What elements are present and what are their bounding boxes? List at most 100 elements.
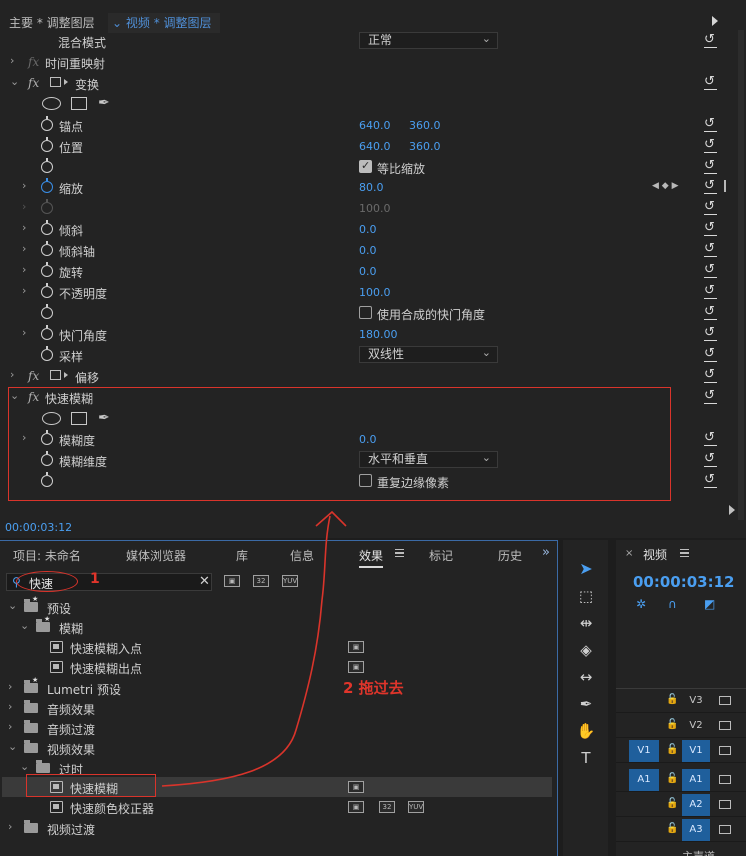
chevron-right-icon[interactable]: › bbox=[22, 243, 32, 254]
panel-menu-icon[interactable] bbox=[680, 549, 689, 557]
chevron-right-icon[interactable]: › bbox=[22, 180, 32, 191]
track-output-icon[interactable] bbox=[719, 696, 731, 705]
reset-icon[interactable] bbox=[704, 33, 718, 48]
lock-icon[interactable]: 🔓 bbox=[666, 744, 678, 755]
reset-icon[interactable] bbox=[704, 75, 718, 90]
opacity-value[interactable]: 100.0 bbox=[359, 286, 391, 299]
reset-icon[interactable] bbox=[704, 326, 718, 341]
accelerated-filter-icon[interactable]: ▣ bbox=[224, 575, 240, 587]
chevron-down-icon[interactable]: ⌄ bbox=[8, 741, 18, 752]
tree-folder-video-transitions[interactable]: › 视频过渡 bbox=[2, 818, 552, 838]
shutter-angle-value[interactable]: 180.00 bbox=[359, 328, 398, 341]
tree-folder-audio-effects[interactable]: › 音频效果 bbox=[2, 698, 552, 718]
chevron-right-icon[interactable]: › bbox=[10, 55, 20, 66]
reset-icon[interactable] bbox=[704, 117, 718, 132]
track-output-icon[interactable] bbox=[719, 825, 731, 834]
track-output-icon[interactable] bbox=[719, 800, 731, 809]
skew-value[interactable]: 0.0 bbox=[359, 223, 377, 236]
track-output-icon[interactable] bbox=[719, 775, 731, 784]
close-icon[interactable]: × bbox=[625, 548, 633, 559]
uniform-scale-checkbox[interactable] bbox=[359, 159, 372, 173]
stopwatch-active-icon[interactable] bbox=[41, 178, 53, 193]
tab-sequence-clip[interactable]: ⌄ 视频 * 调整图层 bbox=[108, 13, 220, 33]
lock-icon[interactable]: 🔓 bbox=[666, 823, 678, 834]
stopwatch-icon[interactable] bbox=[41, 262, 53, 277]
tab-media-browser[interactable]: 媒体浏览器 bbox=[126, 547, 186, 564]
tab-effects[interactable]: 效果 bbox=[359, 547, 384, 568]
stopwatch-icon[interactable] bbox=[41, 304, 53, 319]
reset-icon[interactable] bbox=[704, 179, 718, 194]
lock-icon[interactable]: 🔓 bbox=[666, 773, 678, 784]
slip-tool-icon[interactable]: ↔ bbox=[575, 666, 597, 688]
yuv-filter-icon[interactable]: YUV bbox=[282, 575, 298, 587]
comp-shutter-checkbox[interactable] bbox=[359, 306, 372, 319]
stopwatch-icon[interactable] bbox=[41, 137, 53, 152]
chevron-right-icon[interactable]: › bbox=[8, 821, 18, 832]
chevron-right-icon[interactable]: › bbox=[22, 327, 32, 338]
tab-markers[interactable]: 标记 bbox=[429, 547, 453, 564]
chevron-right-icon[interactable]: › bbox=[22, 264, 32, 275]
scale-value[interactable]: 80.0 bbox=[359, 181, 384, 194]
anchor-x-value[interactable]: 640.0 bbox=[359, 119, 391, 132]
tree-item-fast-blur-in[interactable]: 快速模糊入点 ▣ bbox=[2, 637, 552, 657]
lock-icon[interactable]: 🔓 bbox=[666, 798, 678, 809]
razor-tool-icon[interactable]: ◈ bbox=[575, 639, 597, 661]
type-tool-icon[interactable]: T bbox=[575, 747, 597, 769]
stopwatch-icon[interactable] bbox=[41, 220, 53, 235]
time-remap-row[interactable]: › fx 时间重映射 bbox=[0, 52, 740, 73]
timeline-timecode[interactable]: 00:00:03:12 bbox=[633, 573, 735, 591]
tree-item-fast-color-corrector[interactable]: 快速颜色校正器 ▣ 32 YUV bbox=[2, 797, 552, 817]
track-name[interactable]: A3 bbox=[682, 819, 710, 841]
reset-icon[interactable] bbox=[704, 263, 718, 278]
sampling-dropdown[interactable]: 双线性 bbox=[359, 345, 498, 363]
tab-project[interactable]: 项目: 未命名 bbox=[13, 547, 81, 564]
reset-icon[interactable] bbox=[704, 389, 718, 404]
ripple-edit-tool-icon[interactable]: ⇹ bbox=[575, 612, 597, 634]
reset-icon[interactable] bbox=[704, 473, 718, 488]
skew-axis-value[interactable]: 0.0 bbox=[359, 244, 377, 257]
timecode[interactable]: 00:00:03:12 bbox=[5, 521, 72, 534]
play-icon[interactable] bbox=[729, 505, 735, 515]
rotation-value[interactable]: 0.0 bbox=[359, 265, 377, 278]
chevron-right-icon[interactable]: › bbox=[8, 701, 18, 712]
transform-row[interactable]: ⌄ fx 变换 bbox=[0, 73, 740, 94]
track-name[interactable]: V2 bbox=[682, 715, 710, 737]
anchor-y-value[interactable]: 360.0 bbox=[409, 119, 441, 132]
timeline-title[interactable]: 视频 bbox=[643, 546, 667, 563]
more-tabs-icon[interactable]: » bbox=[542, 545, 550, 560]
snap-icon[interactable]: ∩ bbox=[668, 597, 677, 611]
chevron-down-icon[interactable]: ⌄ bbox=[10, 76, 20, 87]
panel-menu-icon[interactable] bbox=[395, 549, 404, 557]
stopwatch-icon[interactable] bbox=[41, 283, 53, 298]
reset-icon[interactable] bbox=[704, 242, 718, 257]
tab-libraries[interactable]: 库 bbox=[236, 547, 248, 564]
offset-row[interactable]: › fx 偏移 bbox=[0, 366, 740, 387]
tree-folder-audio-transitions[interactable]: › 音频过渡 bbox=[2, 718, 552, 738]
tab-history[interactable]: 历史 bbox=[498, 547, 522, 564]
track-name[interactable]: V3 bbox=[682, 690, 710, 712]
tab-info[interactable]: 信息 bbox=[290, 547, 314, 564]
reset-icon[interactable] bbox=[704, 138, 718, 153]
track-name[interactable]: A1 bbox=[682, 769, 710, 791]
pen-tool-icon[interactable]: ✒ bbox=[575, 693, 597, 715]
position-x-value[interactable]: 640.0 bbox=[359, 140, 391, 153]
chevron-right-icon[interactable]: › bbox=[22, 285, 32, 296]
stopwatch-icon[interactable] bbox=[41, 116, 53, 131]
source-patch[interactable]: V1 bbox=[629, 740, 659, 762]
tree-folder-presets[interactable]: ⌄ 预设 bbox=[2, 595, 552, 617]
play-icon[interactable] bbox=[712, 16, 718, 26]
keyframe-navigator-icon[interactable]: ◀ ◆ ▶ bbox=[652, 181, 679, 191]
tree-folder-video-effects[interactable]: ⌄ 视频效果 bbox=[2, 738, 552, 758]
stopwatch-icon[interactable] bbox=[41, 346, 53, 361]
source-patch[interactable]: A1 bbox=[629, 769, 659, 791]
chevron-right-icon[interactable]: › bbox=[10, 369, 20, 380]
track-name[interactable]: A2 bbox=[682, 794, 710, 816]
reset-icon[interactable] bbox=[704, 305, 718, 320]
reset-icon[interactable] bbox=[704, 368, 718, 383]
chevron-right-icon[interactable]: › bbox=[22, 222, 32, 233]
reset-icon[interactable] bbox=[704, 221, 718, 236]
chevron-down-icon[interactable]: ⌄ bbox=[20, 620, 30, 631]
position-y-value[interactable]: 360.0 bbox=[409, 140, 441, 153]
reset-icon[interactable] bbox=[704, 431, 718, 446]
chevron-down-icon[interactable]: ⌄ bbox=[8, 600, 18, 611]
